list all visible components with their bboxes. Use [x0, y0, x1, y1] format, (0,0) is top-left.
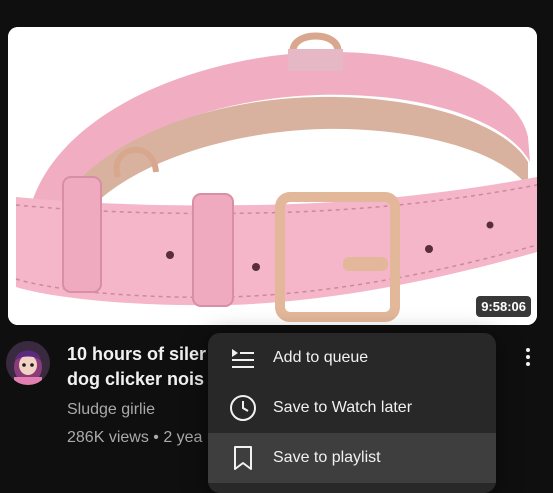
pink-dog-collar-image — [8, 27, 537, 325]
menu-item-add-to-queue[interactable]: Add to queue — [208, 333, 496, 383]
video-title-line2: dog clicker nois — [67, 369, 205, 389]
menu-item-label: Add to queue — [273, 349, 369, 366]
kebab-dot — [526, 348, 530, 352]
menu-item-label: Save to playlist — [273, 449, 381, 466]
video-options-menu: Add to queue Save to Watch later Save to… — [208, 333, 496, 493]
kebab-dot — [526, 355, 530, 359]
channel-name[interactable]: Sludge girlie — [67, 401, 155, 419]
video-title[interactable]: 10 hours of siler dog clicker nois — [67, 342, 217, 392]
video-thumbnail[interactable]: 9:58:06 — [8, 27, 537, 325]
menu-item-save-to-watch-later[interactable]: Save to Watch later — [208, 383, 496, 433]
video-duration-badge: 9:58:06 — [476, 296, 531, 317]
kebab-dot — [526, 362, 530, 366]
avatar-image — [6, 341, 50, 385]
bookmark-icon — [228, 443, 258, 473]
menu-item-label: Save to Watch later — [273, 399, 413, 416]
video-title-line1: 10 hours of siler — [67, 344, 207, 364]
channel-avatar[interactable] — [6, 341, 50, 385]
video-meta: 286K views • 2 yea — [67, 429, 203, 446]
clock-icon — [228, 393, 258, 423]
more-actions-button[interactable] — [516, 343, 540, 371]
add-to-queue-icon — [228, 343, 258, 373]
menu-item-save-to-playlist[interactable]: Save to playlist — [208, 433, 496, 483]
